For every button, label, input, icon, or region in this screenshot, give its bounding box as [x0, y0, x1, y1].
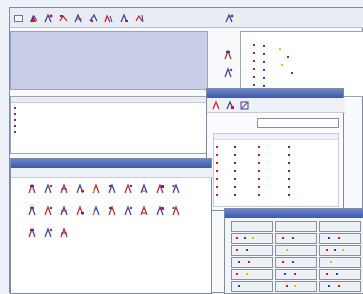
popup-list-row[interactable] — [216, 184, 336, 190]
middle-left-header-bar — [11, 97, 207, 103]
symbol-icon[interactable] — [107, 183, 117, 194]
grid-cell[interactable] — [231, 233, 273, 244]
grid-cell[interactable] — [275, 257, 317, 268]
top-left-panel — [10, 31, 208, 90]
strip-icon-1[interactable] — [223, 49, 233, 60]
toolbar-icon-9[interactable] — [224, 13, 235, 24]
popup-icon-1[interactable] — [211, 100, 222, 111]
symbol-icon[interactable] — [155, 183, 165, 194]
strip-icon-2[interactable] — [223, 67, 233, 78]
bottom-left-window — [10, 158, 213, 294]
popup-titlebar — [207, 89, 343, 98]
popup-list-header — [214, 134, 338, 140]
grid-cell[interactable] — [275, 281, 317, 292]
grid-cell[interactable] — [275, 269, 317, 280]
symbol-icon[interactable] — [43, 205, 53, 216]
grid-cell[interactable] — [319, 233, 361, 244]
symbol-icon[interactable] — [171, 183, 181, 194]
grid-cell[interactable] — [231, 257, 273, 268]
bottom-right-titlebar — [225, 209, 363, 218]
popup-dialog — [206, 88, 345, 211]
toolbar-icon-7[interactable] — [119, 13, 130, 24]
grid-cell[interactable] — [319, 281, 361, 292]
toolbar-icon-1[interactable] — [28, 13, 39, 24]
toolbar-icon-8[interactable] — [134, 13, 145, 24]
popup-list-row[interactable] — [216, 160, 336, 166]
toolbar-icon-3[interactable] — [58, 13, 69, 24]
grid-cell[interactable] — [319, 257, 361, 268]
grid-cell[interactable] — [231, 221, 273, 232]
grid-cell[interactable] — [231, 245, 273, 256]
popup-icon-3[interactable] — [239, 100, 250, 111]
grid-cell[interactable] — [319, 245, 361, 256]
symbol-icon[interactable] — [91, 205, 101, 216]
grid-cell[interactable] — [319, 269, 361, 280]
symbols-grid — [27, 183, 211, 253]
grid-cell[interactable] — [231, 281, 273, 292]
popup-list — [213, 133, 339, 207]
toolbar-icon-4[interactable] — [73, 13, 84, 24]
popup-toolbar — [207, 98, 345, 113]
tool-strip — [219, 41, 237, 89]
bottom-left-toolbar — [11, 168, 213, 178]
grid-cell[interactable] — [275, 245, 317, 256]
symbol-icon[interactable] — [27, 183, 37, 194]
popup-list-row[interactable] — [216, 176, 336, 182]
symbol-icon[interactable] — [139, 205, 149, 216]
bottom-right-window — [224, 208, 363, 294]
popup-icon-2[interactable] — [225, 100, 236, 111]
symbol-icon[interactable] — [43, 183, 53, 194]
symbol-icon[interactable] — [59, 183, 69, 194]
main-window — [9, 7, 363, 294]
popup-filter-input[interactable] — [257, 118, 339, 128]
symbol-icon[interactable] — [139, 183, 149, 194]
main-toolbar — [10, 8, 363, 28]
symbol-icon[interactable] — [59, 227, 69, 238]
symbol-icon[interactable] — [123, 183, 133, 194]
symbol-icon[interactable] — [107, 205, 117, 216]
bottom-right-grid — [231, 221, 361, 292]
popup-filter-row — [213, 118, 339, 128]
symbol-icon[interactable] — [27, 205, 37, 216]
symbol-icon[interactable] — [91, 183, 101, 194]
toolbar-icon-2[interactable] — [43, 13, 54, 24]
top-right-list — [251, 42, 351, 92]
symbol-icon[interactable] — [75, 205, 85, 216]
grid-cell[interactable] — [275, 221, 317, 232]
symbol-icon[interactable] — [27, 227, 37, 238]
symbol-icon[interactable] — [155, 205, 165, 216]
symbol-icon[interactable] — [123, 205, 133, 216]
toolbar-icon-6[interactable] — [103, 13, 114, 24]
toolbar-icon-5[interactable] — [88, 13, 99, 24]
symbol-icon[interactable] — [59, 205, 69, 216]
popup-list-row[interactable] — [216, 152, 336, 158]
popup-list-row[interactable] — [216, 192, 336, 198]
bottom-left-titlebar — [11, 159, 211, 168]
grid-cell[interactable] — [319, 221, 361, 232]
app-icon[interactable] — [13, 13, 24, 24]
popup-list-row[interactable] — [216, 144, 336, 150]
grid-cell[interactable] — [275, 233, 317, 244]
grid-cell[interactable] — [231, 269, 273, 280]
symbol-icon[interactable] — [43, 227, 53, 238]
popup-list-row[interactable] — [216, 168, 336, 174]
middle-left-panel — [10, 96, 208, 154]
symbol-icon[interactable] — [171, 205, 181, 216]
symbol-icon[interactable] — [75, 183, 85, 194]
